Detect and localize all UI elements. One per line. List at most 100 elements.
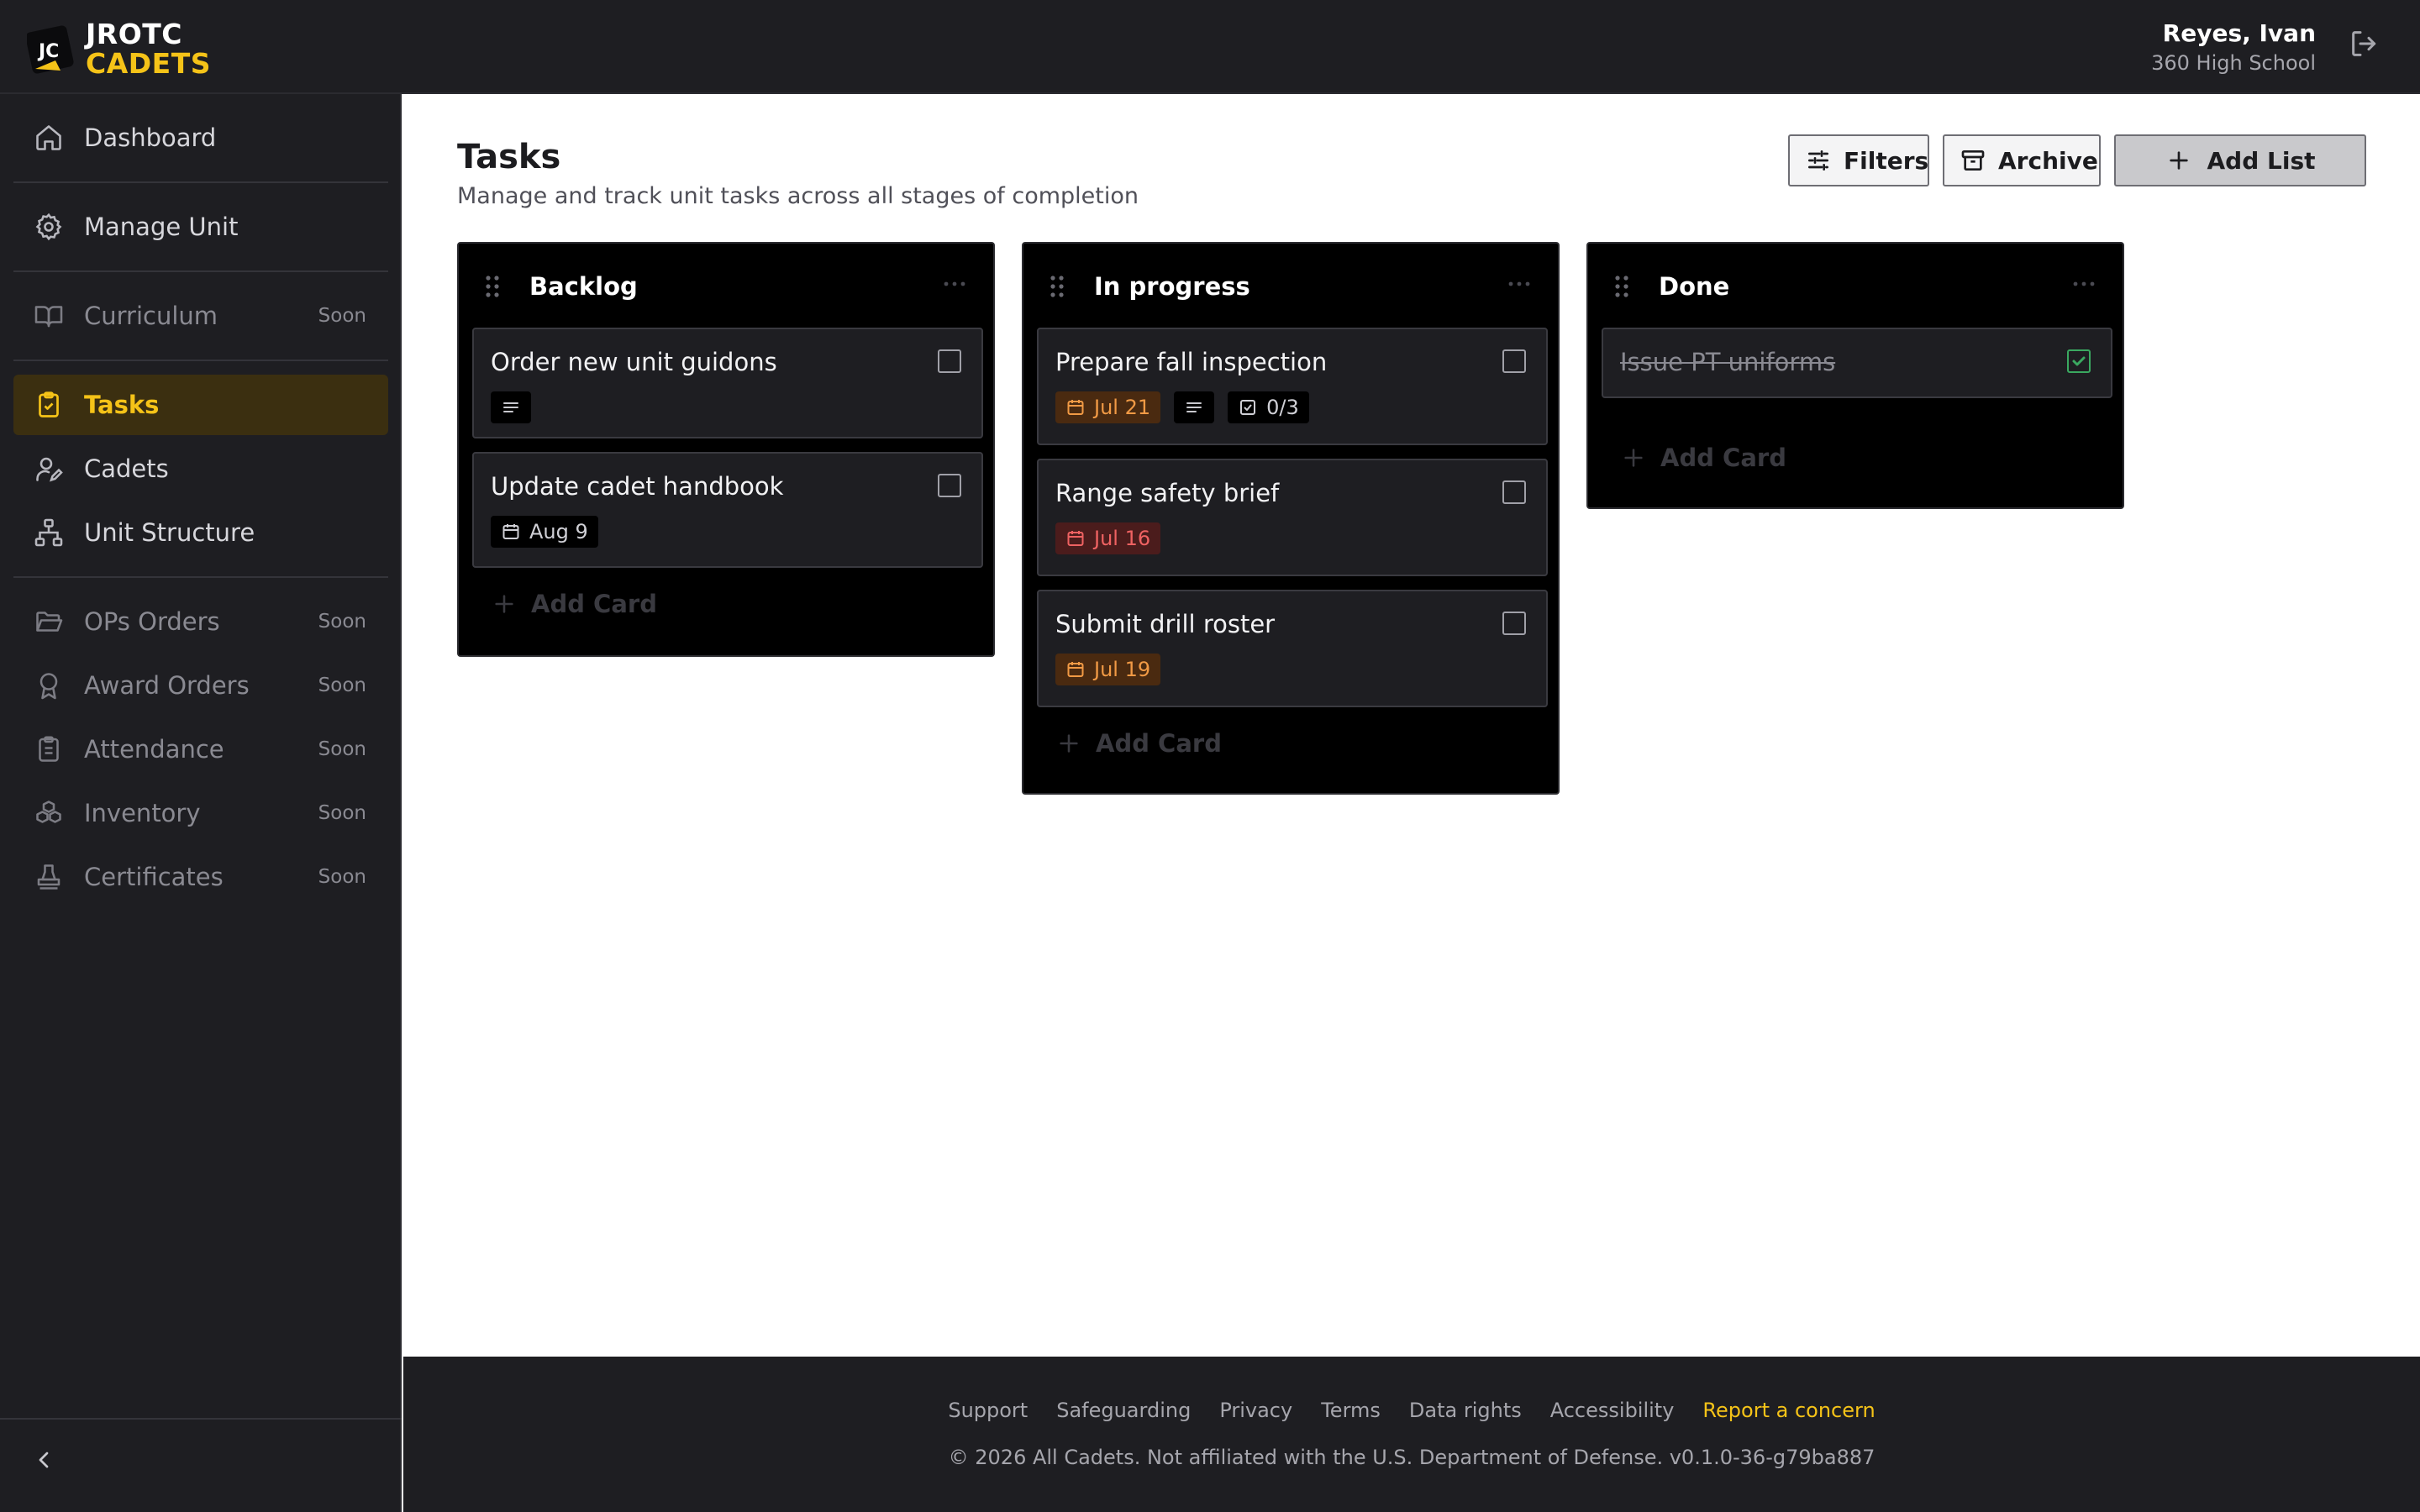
task-card[interactable]: Prepare fall inspection Jul 21 0/3 [1037, 328, 1548, 445]
add-card-label: Add Card [531, 590, 657, 618]
task-card-title: Update cadet handbook [491, 472, 784, 501]
drag-handle-icon[interactable] [1613, 274, 1630, 299]
sidebar-item-certificates[interactable]: Certificates Soon [13, 847, 388, 907]
footer-copyright: © 2026 All Cadets. Not affiliated with t… [948, 1446, 1876, 1469]
add-list-button-label: Add List [2207, 146, 2316, 175]
page-subtitle: Manage and track unit tasks across all s… [457, 183, 1139, 209]
plus-icon [492, 592, 516, 616]
brand-line-1: JROTC [86, 18, 182, 50]
sidebar-item-label: Manage Unit [84, 213, 239, 241]
task-complete-checkbox[interactable] [2067, 349, 2091, 373]
task-card[interactable]: Submit drill roster Jul 19 [1037, 590, 1548, 707]
sidebar-divider [0, 1418, 402, 1420]
sidebar-item-label: OPs Orders [84, 607, 220, 636]
task-complete-checkbox[interactable] [1502, 480, 1526, 504]
sidebar-item-manage-unit[interactable]: Manage Unit [13, 197, 388, 257]
brand-line-2: CADETS [86, 47, 211, 80]
top-bar: JC JROTC CADETS Reyes, Ivan 360 High Sch… [0, 0, 2420, 94]
soon-badge: Soon [318, 305, 366, 327]
filters-button[interactable]: Filters [1788, 134, 1929, 186]
brand-logo[interactable]: JC JROTC CADETS [25, 18, 211, 80]
add-card-button[interactable]: Add Card [1622, 444, 1786, 472]
calendar-icon [501, 522, 521, 542]
footer-link-data-rights[interactable]: Data rights [1409, 1399, 1522, 1422]
task-card-title: Range safety brief [1055, 479, 1280, 507]
sidebar-item-unit-structure[interactable]: Unit Structure [13, 502, 388, 563]
clipboard-icon [34, 390, 64, 420]
sidebar-item-inventory[interactable]: Inventory Soon [13, 783, 388, 843]
description-indicator [1174, 391, 1215, 423]
sidebar-item-label: Curriculum [84, 302, 218, 330]
sidebar-item-attendance[interactable]: Attendance Soon [13, 719, 388, 780]
footer-links: Support Safeguarding Privacy Terms Data … [403, 1399, 2420, 1422]
calendar-icon [1065, 397, 1086, 417]
due-date-text: Aug 9 [529, 520, 588, 543]
task-complete-checkbox[interactable] [1502, 349, 1526, 373]
footer-link-safeguarding[interactable]: Safeguarding [1056, 1399, 1191, 1422]
due-date-chip: Jul 21 [1055, 391, 1161, 423]
sidebar-item-curriculum[interactable]: Curriculum Soon [13, 286, 388, 346]
sidebar-item-label: Dashboard [84, 123, 217, 152]
user-name: Reyes, Ivan [2162, 19, 2316, 47]
gear-icon [34, 212, 64, 242]
task-card[interactable]: Issue PT uniforms [1602, 328, 2112, 398]
more-options-icon[interactable] [1506, 276, 1533, 292]
more-options-icon[interactable] [941, 276, 968, 292]
soon-badge: Soon [318, 738, 366, 760]
award-icon [34, 670, 64, 701]
user-edit-icon [34, 454, 64, 484]
add-card-label: Add Card [1096, 729, 1222, 758]
task-card-title: Issue PT uniforms [1620, 348, 1836, 376]
task-complete-checkbox[interactable] [938, 349, 961, 373]
soon-badge: Soon [318, 611, 366, 633]
due-date-chip: Jul 16 [1055, 522, 1161, 554]
footer-link-report-concern[interactable]: Report a concern [1702, 1399, 1875, 1422]
sidebar-item-label: Attendance [84, 735, 224, 764]
sidebar-item-ops-orders[interactable]: OPs Orders Soon [13, 591, 388, 652]
checkbox-icon [1238, 397, 1258, 417]
add-card-label: Add Card [1660, 444, 1786, 472]
sidebar-item-label: Inventory [84, 799, 201, 827]
main-content: Tasks Manage and track unit tasks across… [403, 94, 2420, 1357]
add-card-button[interactable]: Add Card [1057, 729, 1222, 758]
stamp-icon [34, 862, 64, 892]
footer-link-accessibility[interactable]: Accessibility [1550, 1399, 1675, 1422]
sidebar-item-tasks[interactable]: Tasks [13, 375, 388, 435]
sidebar-item-cadets[interactable]: Cadets [13, 438, 388, 499]
logo-badge: JC [25, 22, 81, 76]
collapse-sidebar-icon[interactable] [30, 1446, 57, 1473]
task-complete-checkbox[interactable] [938, 474, 961, 497]
task-card[interactable]: Range safety brief Jul 16 [1037, 459, 1548, 576]
logout-icon[interactable] [2348, 27, 2381, 60]
description-indicator [491, 391, 531, 423]
sidebar-item-label: Unit Structure [84, 518, 255, 547]
task-card-title: Prepare fall inspection [1055, 348, 1328, 376]
plus-icon [2165, 147, 2192, 174]
archive-icon [1960, 147, 1986, 174]
due-date-text: Jul 21 [1094, 396, 1151, 419]
sidebar-item-label: Award Orders [84, 671, 250, 700]
sidebar: Dashboard Manage Unit Curriculum Soon Ta… [0, 94, 402, 1512]
sidebar-item-label: Cadets [84, 454, 169, 483]
folder-open-icon [34, 606, 64, 637]
checklist-chip: 0/3 [1228, 391, 1309, 423]
task-card[interactable]: Order new unit guidons [472, 328, 983, 438]
footer: Support Safeguarding Privacy Terms Data … [403, 1357, 2420, 1512]
sidebar-item-dashboard[interactable]: Dashboard [13, 108, 388, 168]
add-card-button[interactable]: Add Card [492, 590, 657, 618]
task-card[interactable]: Update cadet handbook Aug 9 [472, 452, 983, 568]
sidebar-item-award-orders[interactable]: Award Orders Soon [13, 655, 388, 716]
archive-button[interactable]: Archive [1943, 134, 2101, 186]
footer-link-privacy[interactable]: Privacy [1219, 1399, 1292, 1422]
footer-link-terms[interactable]: Terms [1321, 1399, 1381, 1422]
boxes-icon [34, 798, 64, 828]
add-list-button[interactable]: Add List [2114, 134, 2366, 186]
task-complete-checkbox[interactable] [1502, 612, 1526, 635]
more-options-icon[interactable] [2070, 276, 2097, 292]
drag-handle-icon[interactable] [1049, 274, 1065, 299]
home-icon [34, 123, 64, 153]
task-card-title: Submit drill roster [1055, 610, 1276, 638]
drag-handle-icon[interactable] [484, 274, 501, 299]
footer-link-support[interactable]: Support [948, 1399, 1028, 1422]
checklist-progress: 0/3 [1266, 396, 1299, 419]
